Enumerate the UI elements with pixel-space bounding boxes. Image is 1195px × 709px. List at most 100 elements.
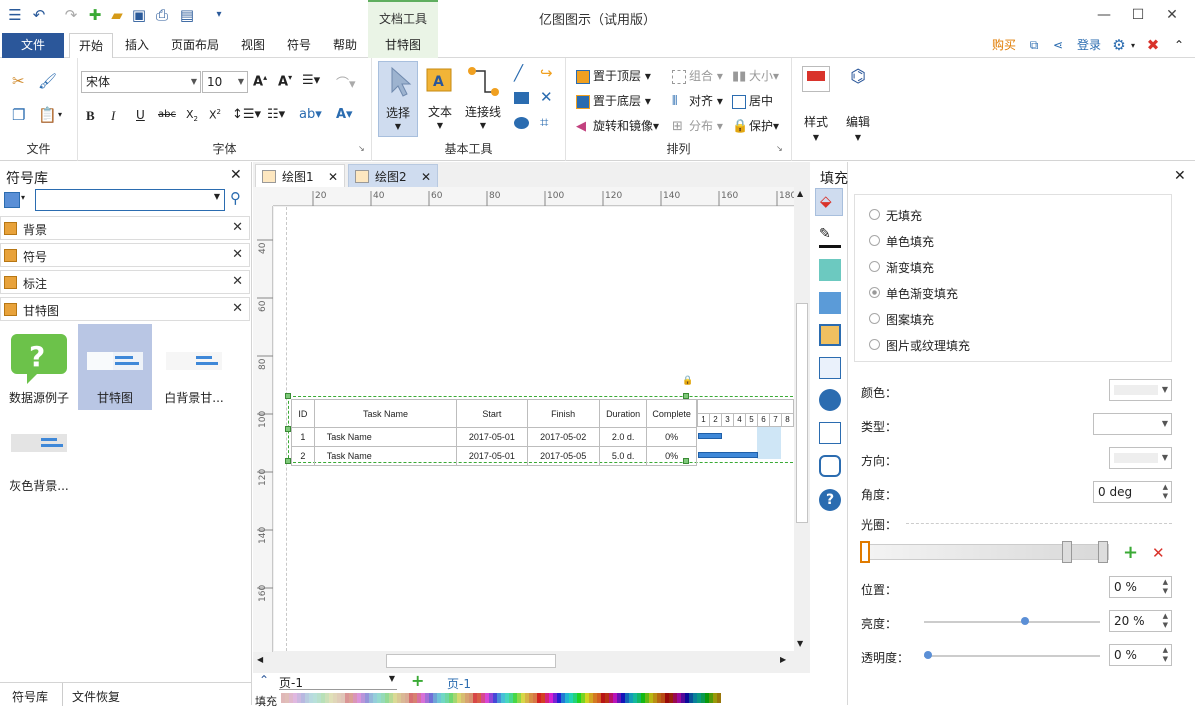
hyperlink-globe-icon[interactable]	[819, 389, 841, 411]
radio-picture-fill[interactable]	[869, 339, 880, 350]
radio-solid-fill[interactable]	[869, 235, 880, 246]
selection-handle[interactable]	[285, 458, 291, 464]
tab-symbol-library[interactable]: 符号库	[12, 688, 48, 705]
superscript-icon[interactable]: X2	[209, 108, 221, 122]
palette-swatch[interactable]	[717, 693, 721, 703]
library-item-gantt[interactable]: 甘特图 ✕	[0, 297, 250, 321]
comment-icon[interactable]	[819, 455, 841, 477]
login-link[interactable]: 登录	[1073, 33, 1105, 58]
scroll-up-icon[interactable]: ▲	[797, 189, 803, 198]
copy-icon[interactable]: ❐	[12, 106, 25, 124]
protect-button[interactable]: 🔒保护▾	[732, 117, 779, 134]
help-icon[interactable]: ?	[819, 489, 841, 511]
bring-to-front-button[interactable]: 置于顶层 ▾	[576, 67, 651, 84]
tab-gantt[interactable]: 甘特图	[368, 33, 438, 58]
gantt-bar[interactable]	[698, 452, 758, 458]
shape-data-source-example[interactable]: ? 数据源例子	[2, 324, 76, 410]
new-file-icon[interactable]: ✚	[86, 6, 104, 24]
close-icon[interactable]: ✕	[1174, 168, 1186, 184]
shrink-font-icon[interactable]: A▾	[278, 73, 292, 89]
send-to-back-button[interactable]: 置于底层 ▾	[576, 92, 651, 109]
radio-single-gradient-fill[interactable]	[869, 287, 880, 298]
close-icon[interactable]: ✕	[328, 165, 338, 189]
font-name-select[interactable]: 宋体 ▼	[81, 71, 201, 93]
buy-link[interactable]: 购买	[988, 33, 1020, 58]
distribute-button[interactable]: ⊞ 分布 ▾	[672, 117, 723, 134]
shape-gray-gantt[interactable]: 灰色背景...	[2, 418, 76, 504]
rotate-mirror-button[interactable]: ◀ 旋转和镜像▾	[576, 117, 659, 134]
image-icon[interactable]	[819, 292, 841, 314]
transparency-stepper[interactable]: 0 % ▲ ▼	[1109, 644, 1172, 666]
crop-tool-icon[interactable]: ⌗	[540, 113, 548, 131]
library-item-callout[interactable]: 标注 ✕	[0, 270, 250, 294]
group-button[interactable]: 组合 ▾	[672, 67, 723, 84]
table-row[interactable]: 2 Task Name 2017-05-01 2017-05-05 5.0 d.…	[291, 446, 697, 466]
tab-symbol[interactable]: 符号	[281, 33, 317, 58]
align-button[interactable]: ⫴ 对齐 ▾	[672, 92, 723, 109]
fill-tab-button[interactable]: ⬙	[815, 188, 843, 216]
add-page-icon[interactable]: +	[411, 671, 424, 690]
cut-icon[interactable]: ✂	[12, 72, 25, 90]
subscript-icon[interactable]: X2	[186, 108, 198, 123]
paste-icon[interactable]: 📋	[38, 106, 57, 124]
maximize-button[interactable]: ☐	[1122, 4, 1154, 26]
save-icon[interactable]: ▣	[130, 6, 148, 24]
lock-handle-icon[interactable]: 🔒	[682, 376, 693, 386]
close-icon[interactable]: ✕	[232, 247, 243, 262]
close-icon[interactable]: ✕	[421, 165, 431, 189]
selection-handle[interactable]	[683, 393, 689, 399]
shape-gantt-chart[interactable]: 甘特图	[78, 324, 152, 410]
library-menu-icon[interactable]	[4, 192, 20, 208]
gantt-bar[interactable]	[698, 433, 722, 439]
doc-tab-2[interactable]: 绘图2 ✕	[348, 164, 438, 188]
library-item-symbol[interactable]: 符号 ✕	[0, 243, 250, 267]
tab-home[interactable]: 开始	[69, 33, 113, 59]
style-button[interactable]: 样式	[796, 113, 836, 130]
tab-help[interactable]: 帮助	[326, 33, 364, 58]
add-stop-icon[interactable]: +	[1123, 542, 1138, 563]
format-painter-icon[interactable]: 🖌	[38, 72, 57, 90]
radio-pattern-fill[interactable]	[869, 313, 880, 324]
stepper-arrows-icon[interactable]: ▲ ▼	[1163, 578, 1168, 596]
scroll-thumb[interactable]	[796, 303, 808, 523]
slider-thumb[interactable]	[1021, 617, 1029, 625]
tab-page-layout[interactable]: 页面布局	[165, 33, 225, 58]
attachment-icon[interactable]	[819, 422, 841, 444]
shape-white-gantt[interactable]: 白背景甘...	[154, 324, 234, 410]
selection-handle[interactable]	[285, 426, 291, 432]
page-selector[interactable]: 页-1 ▼	[279, 674, 397, 690]
page-tab-active[interactable]: 页-1	[447, 675, 471, 692]
selection-handle[interactable]	[285, 393, 291, 399]
paste-dropdown-icon[interactable]: ▾	[58, 110, 62, 119]
tab-file-recovery[interactable]: 文件恢复	[72, 688, 120, 705]
font-size-select[interactable]: 10 ▼	[202, 71, 248, 93]
stepper-arrows-icon[interactable]: ▲ ▼	[1163, 646, 1168, 664]
customize-quick-access-icon[interactable]: ▾	[210, 6, 228, 24]
type-select[interactable]: ▼	[1093, 413, 1172, 435]
gradient-stop-handle[interactable]	[1062, 541, 1072, 563]
doc-tab-1[interactable]: 绘图1 ✕	[255, 164, 345, 188]
stepper-arrows-icon[interactable]: ▲ ▼	[1163, 612, 1168, 630]
radio-no-fill[interactable]	[869, 209, 880, 220]
grow-font-icon[interactable]: A▴	[253, 73, 267, 89]
edit-button[interactable]: 编辑	[838, 113, 878, 130]
vertical-scrollbar[interactable]: ▲ ▼	[794, 187, 810, 652]
connector-tool-button[interactable]: 连接线 ▼	[460, 61, 506, 137]
chevron-down-icon[interactable]: ▾	[21, 193, 25, 202]
brightness-stepper[interactable]: 20 % ▲ ▼	[1109, 610, 1172, 632]
settings-dropdown-icon[interactable]: ▾	[1128, 33, 1138, 58]
position-stepper[interactable]: 0 % ▲ ▼	[1109, 576, 1172, 598]
collapse-icon[interactable]: ⌃	[259, 673, 269, 687]
line-style-icon[interactable]: ✎	[819, 226, 841, 248]
tab-file[interactable]: 文件	[2, 33, 64, 58]
stepper-arrows-icon[interactable]: ▲ ▼	[1163, 483, 1168, 501]
share-screen-icon[interactable]: ⧉	[1024, 33, 1044, 58]
clear-format-icon[interactable]: ⌒▾	[336, 73, 356, 92]
gradient-stop-handle[interactable]	[860, 541, 870, 563]
shadow-icon[interactable]	[819, 259, 841, 281]
page-properties-icon[interactable]	[819, 357, 841, 379]
drawing-page[interactable]: ID Task Name Start Finish Duration Compl…	[274, 207, 798, 651]
angle-stepper[interactable]: 0 deg ▲ ▼	[1093, 481, 1172, 503]
close-icon[interactable]: ✕	[232, 274, 243, 289]
gradient-stops-bar[interactable]	[860, 541, 1109, 563]
